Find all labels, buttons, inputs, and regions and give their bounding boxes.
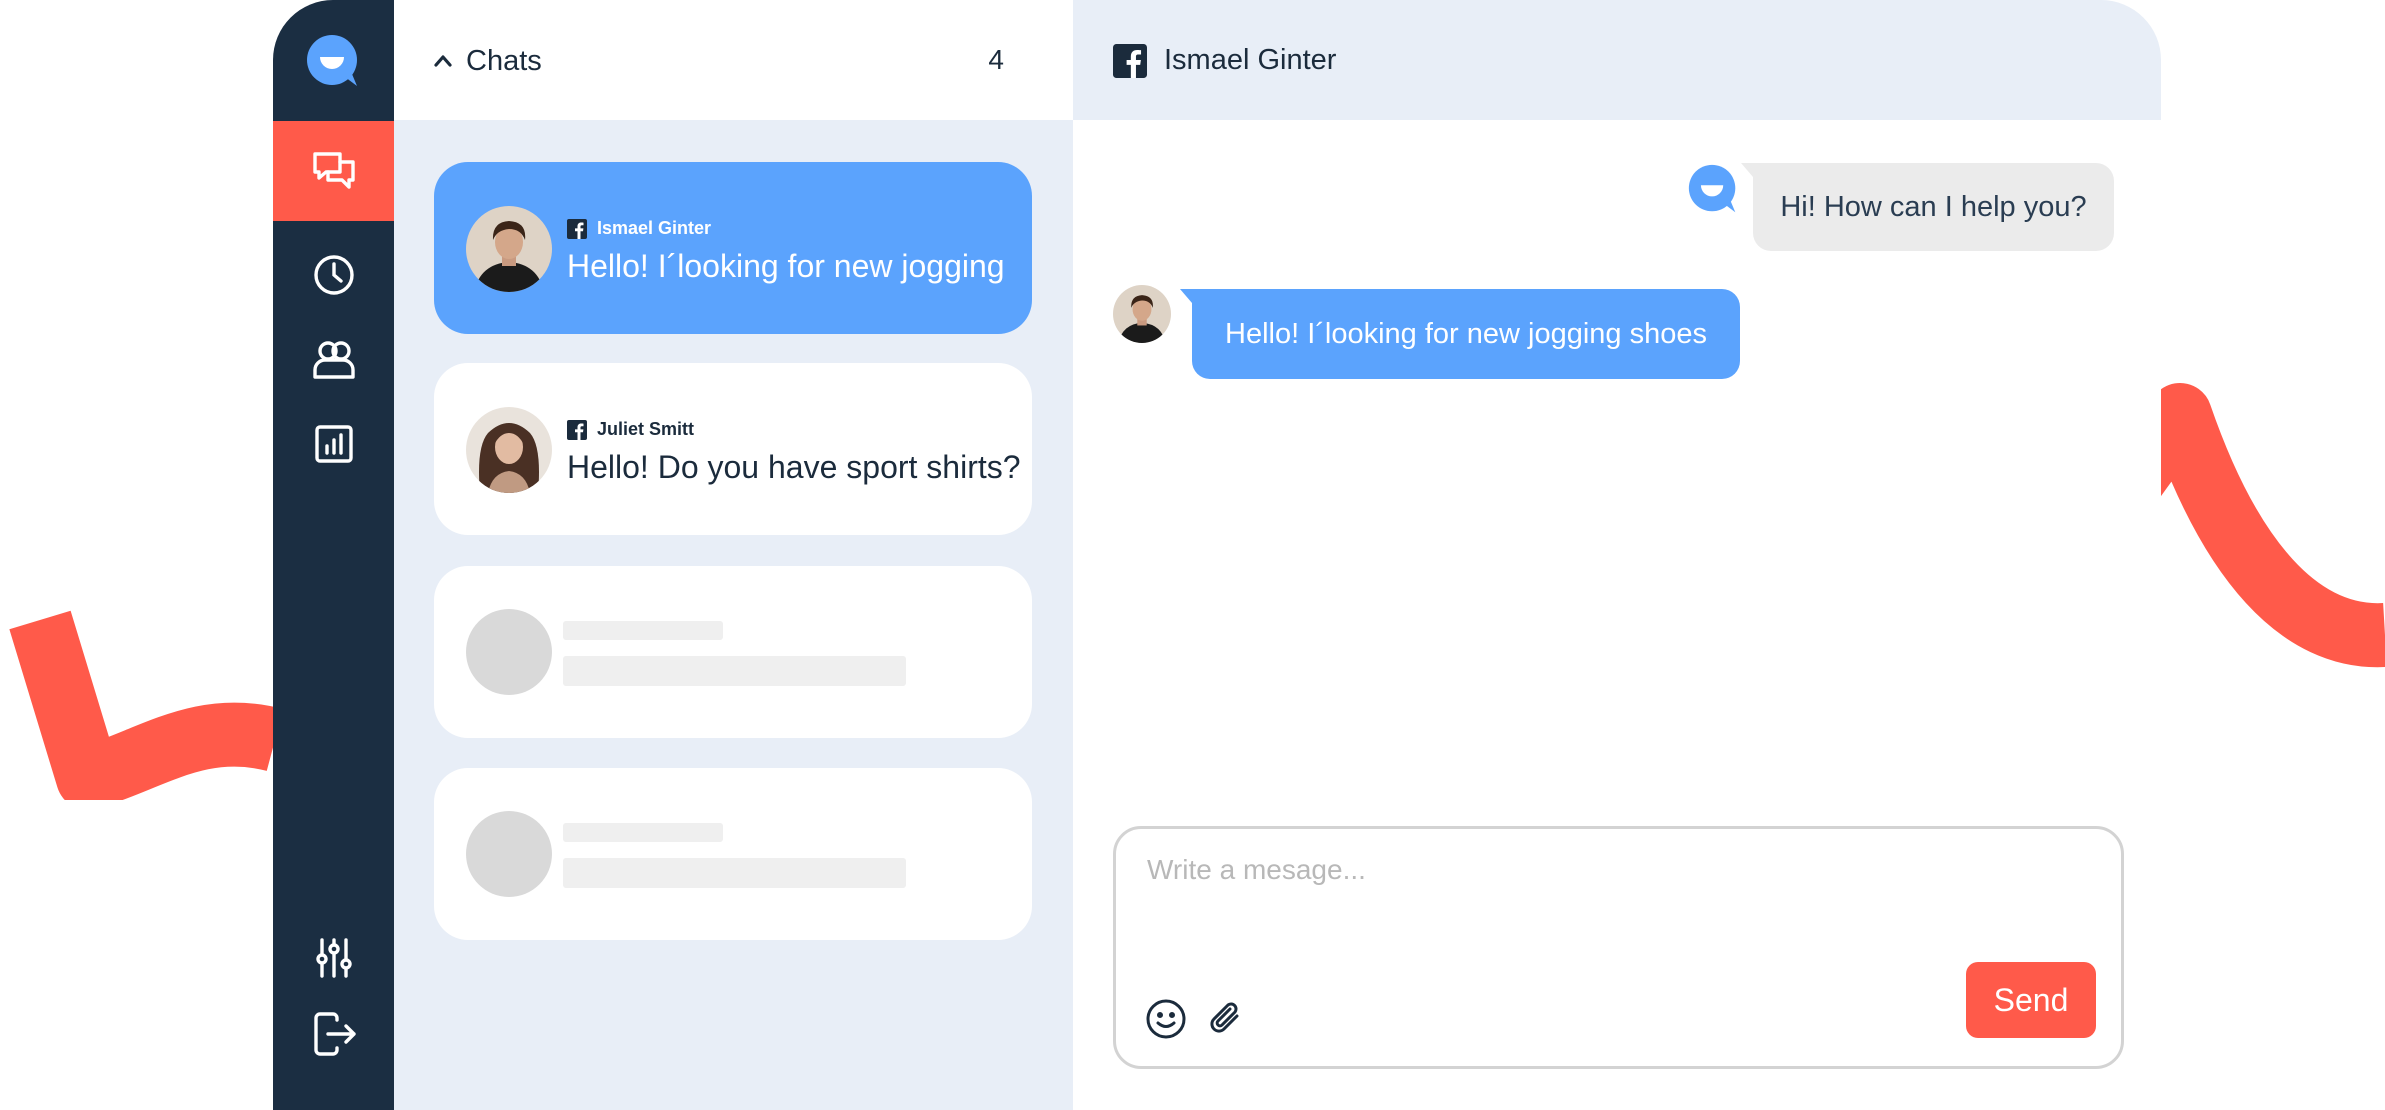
chat-list-item-placeholder — [434, 566, 1032, 738]
facebook-icon — [567, 419, 587, 440]
avatar — [466, 206, 552, 292]
nav-analytics-button[interactable] — [273, 394, 394, 494]
clock-icon — [313, 255, 354, 295]
logout-icon — [313, 1012, 356, 1056]
skeleton-line — [563, 656, 906, 686]
send-button[interactable]: Send — [1966, 962, 2096, 1038]
chat-list-header: Chats 4 — [394, 0, 1073, 120]
chat-contact-name: Juliet Smitt — [597, 419, 695, 439]
facebook-icon — [1113, 44, 1147, 78]
paperclip-icon[interactable] — [1204, 997, 1248, 1041]
chevron-up-icon — [434, 55, 452, 67]
app-logo-icon — [307, 35, 357, 86]
avatar — [1113, 285, 1171, 343]
facebook-icon — [567, 218, 587, 239]
chat-item-meta: Ismael Ginter — [567, 218, 711, 239]
agent-bot-icon — [1688, 164, 1736, 213]
app-window: Chats 4 Ismael Ginter Hello! I´looking f… — [273, 0, 2161, 1110]
skeleton-line — [563, 858, 906, 888]
chats-collapse-toggle[interactable]: Chats — [432, 41, 542, 81]
chat-list-panel: Chats 4 Ismael Ginter Hello! I´looking f… — [394, 0, 1073, 1110]
skeleton-avatar — [466, 609, 552, 695]
nav-chats-button[interactable] — [273, 121, 394, 221]
agent-message-bubble: Hi! How can I help you? — [1741, 163, 2114, 251]
chat-preview-text: Hello! I´looking for new jogging — [567, 248, 1005, 284]
chat-list-item[interactable]: Ismael Ginter Hello! I´looking for new j… — [434, 162, 1032, 334]
sliders-icon — [315, 938, 352, 978]
navigation-rail — [273, 0, 394, 1110]
chats-title: Chats — [466, 44, 542, 77]
chat-bubbles-icon — [312, 152, 355, 189]
nav-logout-button[interactable] — [273, 984, 394, 1084]
conversation-header: Ismael Ginter — [1073, 0, 2161, 120]
message-input[interactable] — [1145, 849, 2049, 891]
chat-list-item[interactable]: Juliet Smitt Hello! Do you have sport sh… — [434, 363, 1032, 535]
chat-item-meta: Juliet Smitt — [567, 419, 694, 440]
message-composer: Send — [1113, 826, 2124, 1069]
chat-list-item-placeholder — [434, 768, 1032, 940]
chat-preview-text: Hello! Do you have sport shirts? — [567, 449, 1021, 485]
chat-contact-name: Ismael Ginter — [597, 218, 712, 238]
customer-message-bubble: Hello! I´looking for new jogging shoes — [1180, 289, 1740, 379]
users-icon — [312, 341, 355, 379]
skeleton-line — [563, 621, 723, 640]
conversation-contact-name: Ismael Ginter — [1164, 44, 1337, 76]
conversation-panel: Ismael Ginter Hi! How can I help you? He… — [1073, 0, 2161, 1110]
skeleton-line — [563, 823, 723, 842]
skeleton-avatar — [466, 811, 552, 897]
avatar — [466, 407, 552, 493]
chats-count: 4 — [988, 44, 1004, 75]
emoji-icon[interactable] — [1144, 997, 1188, 1041]
bar-chart-icon — [314, 425, 353, 463]
